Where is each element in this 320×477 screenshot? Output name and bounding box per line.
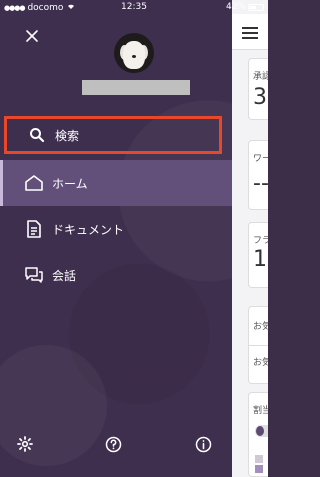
menu-item-search[interactable]: 検索 [4, 116, 222, 154]
card-label: ワー [253, 154, 268, 164]
card-assignment[interactable]: 割当 [248, 392, 268, 477]
menu-label-home: ホーム [52, 176, 88, 191]
menu-button[interactable] [242, 27, 258, 39]
menu-label-search: 検索 [55, 128, 80, 143]
card-work[interactable]: ワー -- [248, 140, 268, 210]
card-value: 3 [253, 85, 267, 110]
card-label: 承認 [253, 72, 268, 82]
status-bar: ●●●● docomo 12:35 42% [0, 0, 268, 14]
username-redacted [82, 80, 190, 95]
menu-label-conversation: 会話 [52, 268, 77, 283]
menu-label-documents: ドキュメント [52, 222, 125, 237]
chat-icon [24, 265, 44, 285]
settings-button[interactable] [17, 436, 35, 454]
menu-item-documents[interactable]: ドキュメント [0, 207, 232, 251]
help-icon [105, 436, 122, 453]
battery-percent: 42% [225, 2, 246, 12]
help-button[interactable] [105, 436, 123, 454]
legend-swatch [255, 465, 263, 473]
card-label: 割当 [253, 406, 268, 416]
menu-item-conversation[interactable]: 会話 [0, 253, 232, 297]
info-icon [195, 436, 212, 453]
card-favorites[interactable]: お気 お気 [248, 306, 268, 384]
search-icon [27, 125, 47, 145]
toggle-switch[interactable] [255, 425, 268, 437]
hamburger-icon [242, 27, 258, 29]
battery-icon [248, 3, 264, 11]
avatar[interactable] [114, 33, 154, 73]
home-icon [24, 173, 44, 193]
close-button[interactable] [22, 28, 42, 48]
card-label: お気 [253, 322, 268, 332]
card-value: 1 [253, 247, 267, 272]
close-icon [26, 30, 38, 42]
card-label-secondary: お気 [253, 358, 268, 368]
main-screen-peek: 承認 3 ワー -- フラ 1 お気 お気 割当 [232, 0, 268, 477]
menu-item-home[interactable]: ホーム [0, 160, 232, 206]
battery-indicator: 42% [226, 2, 264, 12]
gear-icon [17, 436, 33, 452]
navigation-drawer: 検索 ホーム ドキュメント 会話 [0, 0, 232, 477]
card-approval[interactable]: 承認 3 [248, 58, 268, 120]
card-label: フラ [253, 236, 268, 246]
info-button[interactable] [195, 436, 213, 454]
main-header [232, 14, 268, 50]
document-icon [24, 219, 44, 239]
card-flag[interactable]: フラ 1 [248, 222, 268, 288]
card-value: -- [253, 171, 268, 196]
legend-swatch [255, 455, 263, 463]
